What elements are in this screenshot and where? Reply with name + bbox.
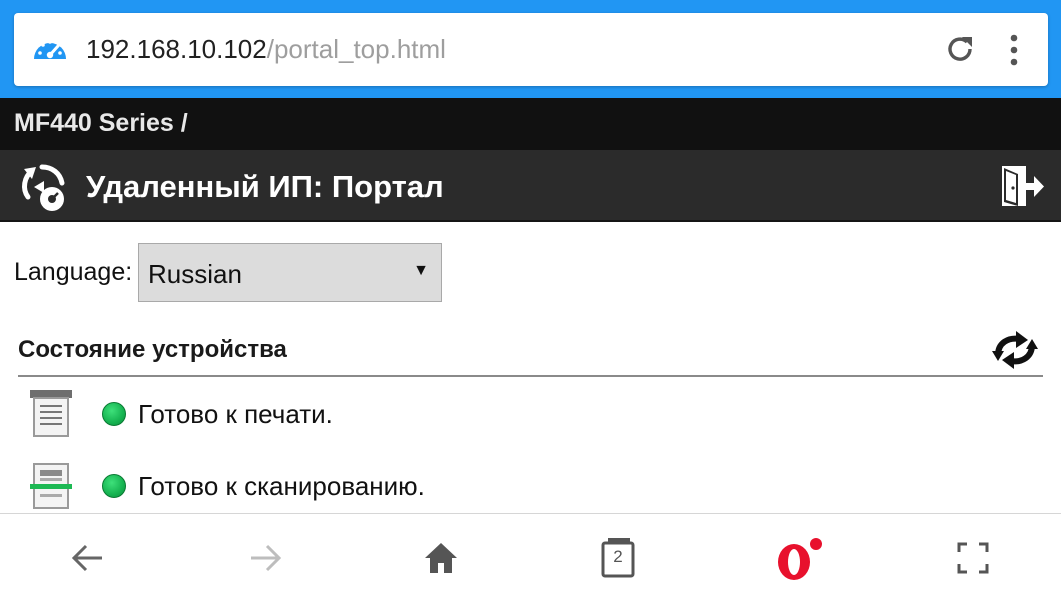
scanner-status-text: Готово к сканированию. (138, 471, 425, 501)
status-ok-indicator (102, 474, 126, 498)
page-title: Удаленный ИП: Портал (86, 169, 444, 204)
tabs-count: 2 (613, 547, 623, 566)
speed-dial-icon[interactable] (32, 33, 68, 67)
opera-menu-icon[interactable] (774, 536, 824, 586)
device-status-heading: Состояние устройства (18, 336, 287, 363)
browser-toolbar: 192.168.10.102/portal_top.html (0, 0, 1061, 98)
browser-bottom-nav: 2 (0, 513, 1061, 600)
remote-ui-logo-icon (22, 164, 65, 211)
back-arrow-icon[interactable] (70, 540, 106, 576)
refresh-status-icon[interactable] (990, 329, 1040, 371)
fullscreen-icon[interactable] (955, 540, 991, 576)
dropdown-arrow-icon: ▼ (413, 262, 429, 279)
section-divider (18, 375, 1043, 377)
status-row-scanner: Готово к сканированию. (0, 458, 1061, 514)
printer-icon (30, 390, 72, 437)
language-select[interactable]: Russian ▼ (138, 243, 442, 302)
tabs-button[interactable]: 2 (600, 536, 636, 578)
url-text[interactable]: 192.168.10.102/portal_top.html (86, 31, 446, 67)
status-row-printer: Готово к печати. (0, 386, 1061, 442)
home-icon[interactable] (423, 540, 459, 576)
more-options-icon[interactable] (1004, 33, 1024, 67)
title-bar: Удаленный ИП: Портал (0, 150, 1061, 222)
scanner-icon (30, 463, 72, 509)
logout-icon[interactable] (1000, 164, 1046, 208)
address-bar[interactable]: 192.168.10.102/portal_top.html (14, 13, 1048, 86)
reload-icon[interactable] (944, 33, 976, 65)
forward-arrow-icon[interactable] (247, 540, 283, 576)
url-host: 192.168.10.102 (86, 34, 267, 64)
status-ok-indicator (102, 402, 126, 426)
url-path: /portal_top.html (266, 34, 446, 64)
printer-status-text: Готово к печати. (138, 399, 333, 429)
breadcrumb-bar: MF440 Series / (0, 98, 1061, 150)
language-label: Language: (14, 258, 133, 286)
language-selected-value: Russian (148, 259, 242, 289)
breadcrumb[interactable]: MF440 Series / (14, 106, 188, 140)
